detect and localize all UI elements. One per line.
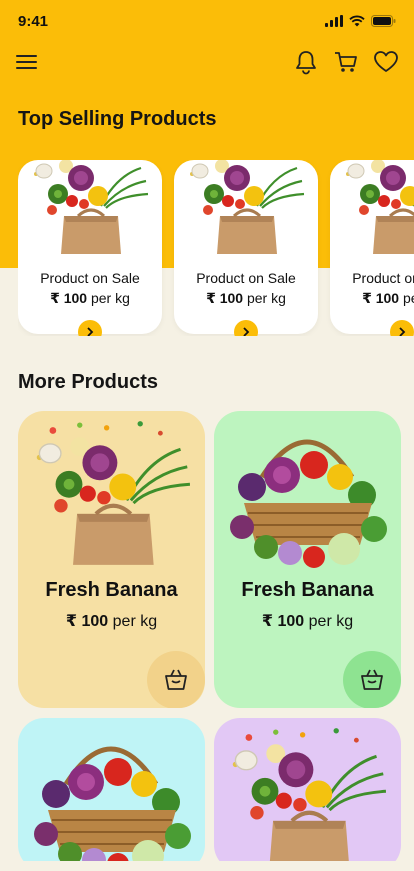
sale-card[interactable]: Product on Sale ₹ 100 per kg xyxy=(330,160,414,336)
currency-symbol: ₹ xyxy=(65,613,78,630)
basket-icon xyxy=(361,669,383,690)
price-amount: 100 xyxy=(277,613,305,630)
cart-icon[interactable] xyxy=(333,49,359,75)
price-unit: per kg xyxy=(246,290,286,306)
product-card[interactable] xyxy=(18,718,205,871)
currency-symbol: ₹ xyxy=(50,290,60,306)
product-image xyxy=(32,160,150,256)
top-selling-carousel[interactable]: Product on Sale ₹ 100 per kg Product on … xyxy=(18,160,414,336)
heart-icon[interactable] xyxy=(373,50,399,76)
status-bar: 9:41 xyxy=(0,0,414,44)
battery-icon xyxy=(371,15,396,27)
top-app-bar xyxy=(0,44,414,84)
price-amount: 100 xyxy=(375,290,400,306)
basket-icon xyxy=(165,669,187,690)
arrow-right-icon xyxy=(87,327,94,336)
product-image xyxy=(26,724,198,871)
currency-symbol: ₹ xyxy=(261,613,274,630)
menu-icon[interactable] xyxy=(16,52,42,78)
product-price: ₹ 100 per kg xyxy=(214,611,401,631)
product-name: Fresh Banana xyxy=(45,579,178,601)
sale-card[interactable]: Product on Sale ₹ 100 per kg xyxy=(18,160,162,336)
add-to-basket-button[interactable] xyxy=(147,651,205,708)
bell-icon[interactable] xyxy=(294,49,320,75)
product-name: Fresh Banana xyxy=(241,579,374,601)
product-price: ₹ 100 per kg xyxy=(18,290,162,307)
view-product-button[interactable] xyxy=(390,320,414,336)
product-card[interactable] xyxy=(214,718,401,871)
price-amount: 100 xyxy=(81,613,109,630)
product-price: ₹ 100 per kg xyxy=(330,290,414,307)
product-image xyxy=(222,722,394,871)
product-price: ₹ 100 per kg xyxy=(18,611,205,631)
more-products-title: More Products xyxy=(18,371,159,393)
status-time: 9:41 xyxy=(18,13,49,30)
product-name: Product on Sale xyxy=(352,270,414,286)
arrow-right-icon xyxy=(399,327,406,336)
product-name: Product on Sale xyxy=(40,270,140,286)
price-amount: 100 xyxy=(63,290,88,306)
price-unit: per kg xyxy=(402,290,414,306)
product-name: Product on Sale xyxy=(196,270,296,286)
product-card[interactable]: Fresh Banana ₹ 100 per kg xyxy=(214,411,401,708)
product-card[interactable]: Fresh Banana ₹ 100 per kg xyxy=(18,411,205,708)
price-amount: 100 xyxy=(219,290,244,306)
wifi-icon xyxy=(349,15,365,27)
currency-symbol: ₹ xyxy=(206,290,216,306)
price-unit: per kg xyxy=(308,613,354,630)
price-unit: per kg xyxy=(112,613,158,630)
add-to-basket-button[interactable] xyxy=(343,651,401,708)
product-price: ₹ 100 per kg xyxy=(174,290,318,307)
product-image xyxy=(26,415,198,575)
status-icons xyxy=(325,15,396,27)
product-image xyxy=(344,160,414,256)
product-image xyxy=(188,160,306,256)
price-unit: per kg xyxy=(90,290,130,306)
sale-card[interactable]: Product on Sale ₹ 100 per kg xyxy=(174,160,318,336)
bottom-strip xyxy=(0,861,414,871)
currency-symbol: ₹ xyxy=(362,290,372,306)
view-product-button[interactable] xyxy=(78,320,102,336)
signal-icon xyxy=(325,15,343,27)
view-product-button[interactable] xyxy=(234,320,258,336)
arrow-right-icon xyxy=(243,327,250,336)
top-selling-title: Top Selling Products xyxy=(18,108,217,130)
product-image xyxy=(222,417,394,577)
